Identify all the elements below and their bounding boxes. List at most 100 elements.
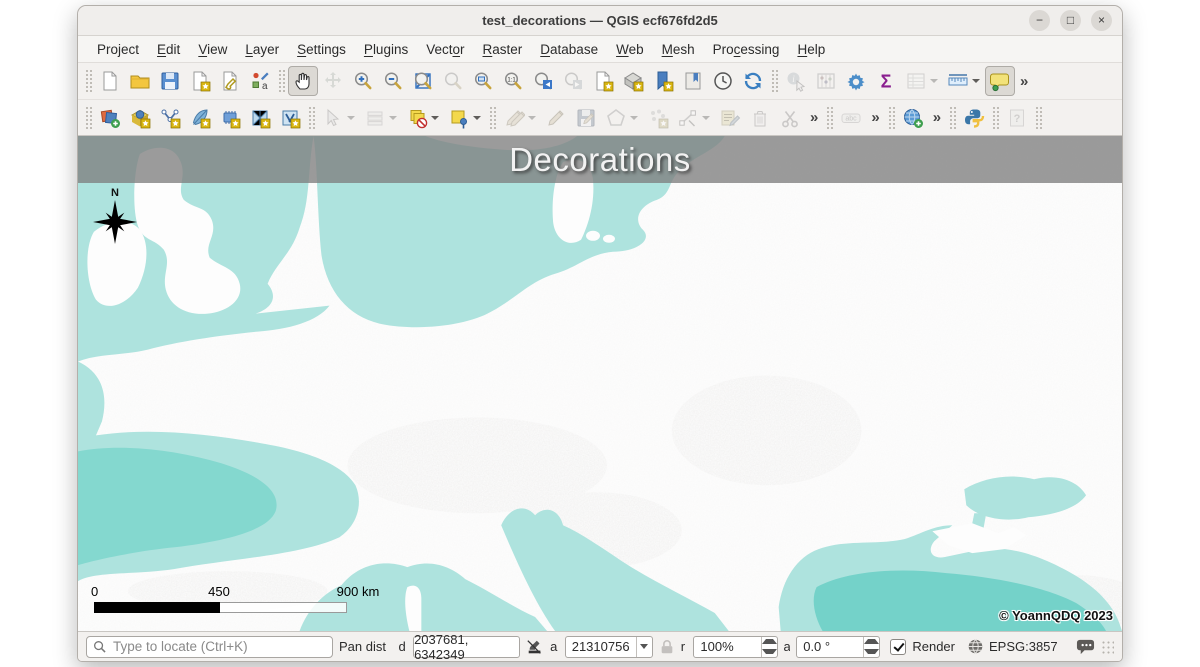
refresh-map-button[interactable] xyxy=(738,66,768,96)
minimize-button[interactable]: − xyxy=(1029,10,1050,31)
zoom-next-button[interactable] xyxy=(558,66,588,96)
menu-database[interactable]: Database xyxy=(531,39,607,60)
coordinate-display[interactable]: 2037681, 6342349 xyxy=(413,636,520,658)
identify-features-button[interactable]: i xyxy=(781,66,811,96)
zoom-full-button[interactable] xyxy=(408,66,438,96)
toolbar-drag-handle[interactable] xyxy=(826,106,833,130)
magnifier-spinbox[interactable]: 100% xyxy=(693,636,777,658)
locator-search[interactable] xyxy=(86,636,333,658)
metasearch-button[interactable] xyxy=(898,103,928,133)
toolbar-drag-handle[interactable] xyxy=(771,69,778,93)
toolbar-overflow-button[interactable]: » xyxy=(1015,73,1033,90)
locator-input[interactable] xyxy=(111,638,326,655)
new-geopackage-layer-button[interactable] xyxy=(125,103,155,133)
zoom-out-button[interactable] xyxy=(378,66,408,96)
modify-attributes-button[interactable] xyxy=(715,103,745,133)
select-features-button[interactable] xyxy=(318,103,360,133)
new-print-layout-button[interactable] xyxy=(185,66,215,96)
processing-toolbox-button[interactable] xyxy=(841,66,871,96)
dropdown-caret-icon[interactable] xyxy=(930,79,938,83)
spin-up-icon[interactable] xyxy=(762,637,777,647)
style-manager-button[interactable]: a xyxy=(245,66,275,96)
pan-map-button[interactable] xyxy=(288,66,318,96)
menu-plugins[interactable]: Plugins xyxy=(355,39,417,60)
new-spatialite-layer-button[interactable] xyxy=(185,103,215,133)
save-layer-edits-button[interactable] xyxy=(571,103,601,133)
menu-web[interactable]: Web xyxy=(607,39,653,60)
delete-selected-button[interactable] xyxy=(745,103,775,133)
dropdown-caret-icon[interactable] xyxy=(636,637,652,657)
dropdown-caret-icon[interactable] xyxy=(389,116,397,120)
spin-down-icon[interactable] xyxy=(864,647,879,657)
dropdown-caret-icon[interactable] xyxy=(431,116,439,120)
zoom-to-layer-button[interactable] xyxy=(468,66,498,96)
crs-status-button[interactable]: EPSG:3857 xyxy=(967,638,1058,655)
toolbar-drag-handle[interactable] xyxy=(992,106,999,130)
maximize-button[interactable]: □ xyxy=(1060,10,1081,31)
extents-toggle-icon[interactable] xyxy=(526,638,544,656)
open-attribute-table-button[interactable] xyxy=(811,66,841,96)
attribute-table-views-button[interactable] xyxy=(901,66,943,96)
toolbar-drag-handle[interactable] xyxy=(489,106,496,130)
toolbar-drag-handle[interactable] xyxy=(278,69,285,93)
show-layout-manager-button[interactable] xyxy=(215,66,245,96)
layer-labeling-button[interactable]: abc xyxy=(836,103,866,133)
menu-settings[interactable]: Settings xyxy=(288,39,355,60)
toolbar-overflow-button[interactable]: » xyxy=(928,109,946,126)
deselect-all-layers-button[interactable] xyxy=(402,103,444,133)
menu-processing[interactable]: Processing xyxy=(704,39,789,60)
zoom-to-selection-button[interactable] xyxy=(438,66,468,96)
current-edits-button[interactable] xyxy=(499,103,541,133)
toolbar-drag-handle[interactable] xyxy=(949,106,956,130)
spin-down-icon[interactable] xyxy=(762,647,777,657)
scale-combobox[interactable]: 21310756 xyxy=(565,636,653,658)
resize-grip[interactable] xyxy=(1101,640,1114,654)
toolbar-drag-handle[interactable] xyxy=(1035,106,1042,130)
menu-raster[interactable]: Raster xyxy=(474,39,532,60)
new-3d-map-view-button[interactable] xyxy=(618,66,648,96)
toolbar-drag-handle[interactable] xyxy=(85,106,92,130)
add-polygon-feature-button[interactable] xyxy=(601,103,643,133)
statistical-summary-button[interactable]: Σ xyxy=(871,66,901,96)
zoom-in-button[interactable] xyxy=(348,66,378,96)
toolbar-drag-handle[interactable] xyxy=(308,106,315,130)
title-bar[interactable]: test_decorations — QGIS ecf676fd2d5 −□× xyxy=(78,6,1122,36)
select-by-value-button[interactable] xyxy=(444,103,486,133)
select-by-form-button[interactable] xyxy=(360,103,402,133)
toolbar-drag-handle[interactable] xyxy=(888,106,895,130)
render-toggle[interactable]: Render xyxy=(890,639,955,655)
dropdown-caret-icon[interactable] xyxy=(347,116,355,120)
add-record-button[interactable] xyxy=(643,103,673,133)
lock-scale-icon[interactable] xyxy=(659,639,675,655)
menu-edit[interactable]: Edit xyxy=(148,39,189,60)
new-map-view-button[interactable] xyxy=(588,66,618,96)
toolbar-drag-handle[interactable] xyxy=(85,69,92,93)
vertex-tool-button[interactable] xyxy=(673,103,715,133)
menu-mesh[interactable]: Mesh xyxy=(653,39,704,60)
zoom-last-button[interactable] xyxy=(528,66,558,96)
messages-icon[interactable] xyxy=(1076,637,1095,656)
data-source-manager-button[interactable] xyxy=(95,103,125,133)
new-project-button[interactable] xyxy=(95,66,125,96)
pan-to-selection-button[interactable] xyxy=(318,66,348,96)
menu-view[interactable]: View xyxy=(189,39,236,60)
cut-features-button[interactable] xyxy=(775,103,805,133)
new-virtual-layer-button[interactable] xyxy=(215,103,245,133)
toggle-editing-button[interactable] xyxy=(541,103,571,133)
render-checkbox[interactable] xyxy=(890,639,906,655)
toolbar-overflow-button[interactable]: » xyxy=(866,109,884,126)
map-tips-button[interactable] xyxy=(985,66,1015,96)
zoom-native-button[interactable]: 1:1 xyxy=(498,66,528,96)
dropdown-caret-icon[interactable] xyxy=(702,116,710,120)
map-canvas[interactable]: Decorations N 0 450 900 km © YoannQDQ 20… xyxy=(78,136,1122,631)
temporal-controller-button[interactable] xyxy=(708,66,738,96)
menu-help[interactable]: Help xyxy=(788,39,834,60)
show-bookmarks-button[interactable] xyxy=(678,66,708,96)
new-gpx-layer-button[interactable] xyxy=(275,103,305,133)
menu-project[interactable]: Project xyxy=(88,39,148,60)
spin-up-icon[interactable] xyxy=(864,637,879,647)
dropdown-caret-icon[interactable] xyxy=(630,116,638,120)
dropdown-caret-icon[interactable] xyxy=(528,116,536,120)
open-project-button[interactable] xyxy=(125,66,155,96)
dropdown-caret-icon[interactable] xyxy=(972,79,980,83)
